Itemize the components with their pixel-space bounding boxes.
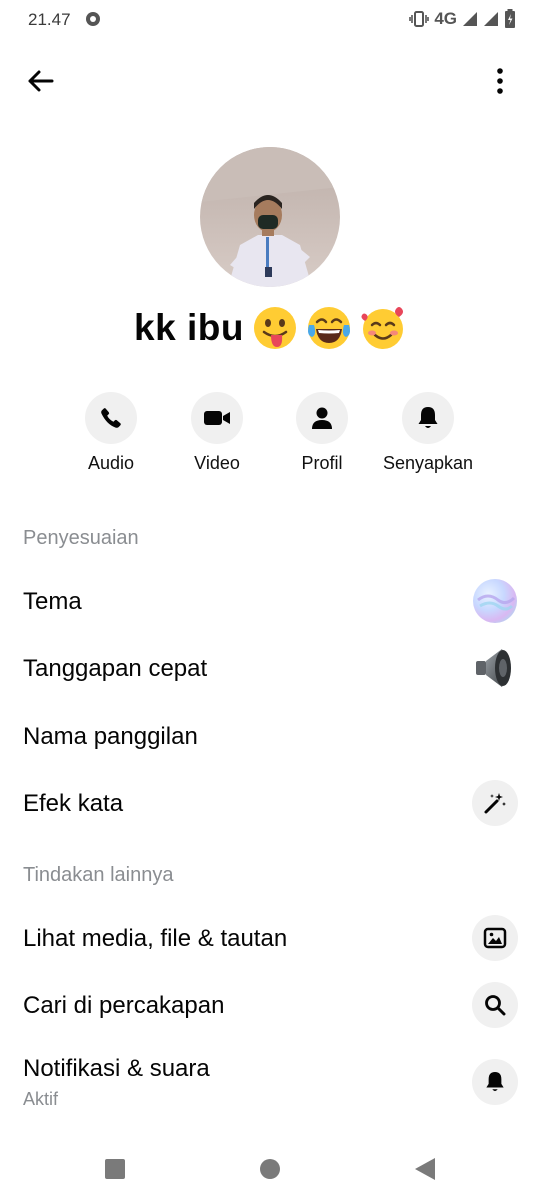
network-type: 4G [434, 9, 457, 28]
face-with-tears-of-joy-emoji-icon [307, 307, 350, 349]
audio-call-button[interactable]: Audio [56, 392, 166, 474]
mute-circle[interactable] [402, 392, 454, 444]
recents-button[interactable] [95, 1154, 135, 1184]
search-icon [472, 982, 518, 1028]
list-item-nicknames[interactable]: Nama panggilan [0, 707, 540, 767]
more-vertical-icon [497, 68, 503, 94]
profile-circle[interactable] [296, 392, 348, 444]
face-with-tongue-emoji-icon [253, 307, 296, 349]
system-navigation-bar [0, 1138, 540, 1200]
home-button[interactable] [250, 1154, 290, 1184]
magic-wand-icon [472, 780, 518, 826]
search-conversation-label: Cari di percakapan [23, 992, 225, 1019]
video-call-button[interactable]: Video [162, 392, 272, 474]
back-button[interactable] [18, 59, 62, 103]
bell-icon [472, 1059, 518, 1105]
quick-actions: Audio Video Profil Senyapkan [0, 392, 540, 482]
top-navigation [0, 55, 540, 105]
phone-icon [101, 408, 121, 428]
word-effects-label: Efek kata [23, 790, 124, 817]
video-label: Video [194, 453, 240, 473]
list-item-search-conversation[interactable]: Cari di percakapan [0, 976, 540, 1036]
profile-name-row: kk ibu [0, 305, 540, 351]
audio-label: Audio [87, 453, 135, 473]
home-circle-icon [260, 1159, 280, 1179]
profile-label: Profil [301, 453, 343, 473]
recents-square-icon [105, 1159, 125, 1179]
avatar-photo [200, 147, 340, 287]
arrow-left-icon [28, 70, 54, 92]
theme-gradient-icon [472, 578, 518, 624]
profile-avatar[interactable] [200, 147, 340, 287]
list-item-word-effects[interactable]: Efek kata [0, 774, 540, 834]
image-icon [472, 915, 518, 961]
mute-button[interactable]: Senyapkan [373, 392, 483, 474]
theme-label: Tema [23, 588, 82, 615]
list-item-quick-reaction[interactable]: Tanggapan cepat [0, 639, 540, 699]
battery-icon [505, 9, 515, 28]
video-camera-icon [204, 411, 230, 425]
notifications-sounds-label: Notifikasi & suara [23, 1055, 210, 1082]
list-item-theme[interactable]: Tema [0, 572, 540, 632]
nicknames-label: Nama panggilan [23, 723, 198, 750]
audio-call-circle[interactable] [85, 392, 137, 444]
mute-label: Senyapkan [382, 453, 474, 473]
app-notification-icon [86, 12, 100, 26]
status-icons: 4G [409, 9, 516, 29]
section-more-actions-title: Tindakan lainnya [23, 864, 174, 886]
quick-reaction-label: Tanggapan cepat [23, 655, 208, 682]
back-triangle-icon [415, 1158, 435, 1180]
bell-icon [418, 407, 438, 428]
person-icon [312, 407, 332, 429]
notifications-status: Aktif [23, 1089, 59, 1109]
video-call-circle[interactable] [191, 392, 243, 444]
signal-icon [484, 12, 498, 26]
status-bar: 21.47 4G [0, 0, 540, 40]
signal-icon [463, 12, 477, 26]
profile-name: kk ibu [134, 307, 244, 348]
list-item-view-media[interactable]: Lihat media, file & tautan [0, 909, 540, 969]
list-item-notifications-sounds[interactable]: Notifikasi & suara Aktif [0, 1050, 540, 1120]
speaker-icon [472, 645, 518, 691]
section-customization-title: Penyesuaian [23, 527, 139, 549]
more-options-button[interactable] [490, 59, 510, 103]
profile-button[interactable]: Profil [267, 392, 377, 474]
status-time: 21.47 [28, 10, 71, 29]
smiling-face-with-hearts-emoji-icon [361, 307, 403, 349]
view-media-label: Lihat media, file & tautan [23, 925, 288, 952]
vibrate-icon [409, 11, 430, 27]
system-back-button[interactable] [405, 1154, 445, 1184]
